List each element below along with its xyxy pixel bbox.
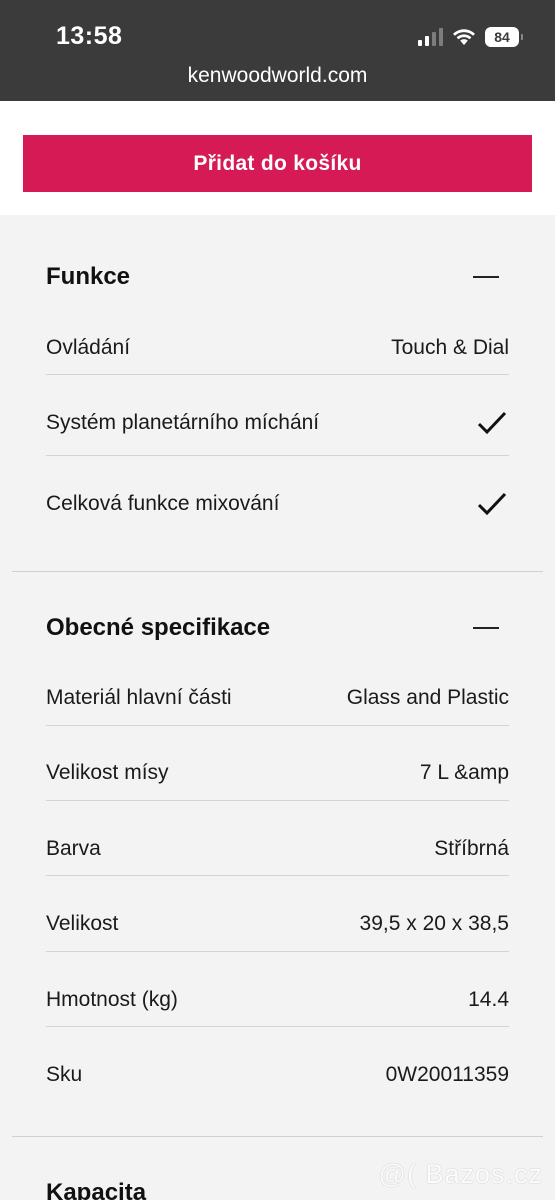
section-obecne-specifikace: Obecné specifikace Materiál hlavní části… (0, 572, 555, 1137)
spec-value: Stříbrná (434, 837, 509, 860)
collapse-icon[interactable] (473, 276, 499, 278)
spec-label: Velikost (46, 912, 119, 935)
spec-value: 0W20011359 (385, 1063, 509, 1086)
section-header[interactable]: Obecné specifikace (46, 608, 509, 648)
battery-icon: 84 (485, 27, 523, 47)
spec-value: 7 L &amp (419, 761, 509, 784)
spec-row: Barva Stříbrná (46, 833, 509, 865)
spec-label: Celková funkce mixování (46, 492, 280, 515)
spec-label: Systém planetárního míchání (46, 411, 320, 434)
collapse-icon[interactable] (473, 627, 499, 629)
section-title: Kapacita (46, 1179, 147, 1200)
add-to-cart-button[interactable]: Přidat do košíku (23, 135, 532, 192)
section-title: Obecné specifikace (46, 614, 271, 641)
cart-area: Přidat do košíku (0, 101, 555, 215)
spec-label: Sku (46, 1063, 83, 1086)
spec-value: Glass and Plastic (346, 686, 509, 709)
spec-label: Velikost mísy (46, 761, 169, 784)
row-divider (46, 875, 509, 876)
spec-row: Velikost mísy 7 L &amp (46, 757, 509, 789)
address-bar[interactable]: kenwoodworld.com (0, 64, 555, 88)
browser-chrome: 13:58 84 kenwoodworld.com (0, 0, 555, 101)
checkmark-icon (477, 411, 507, 435)
spec-row: Materiál hlavní části Glass and Plastic (46, 682, 509, 714)
spec-value: Touch & Dial (391, 336, 509, 359)
watermark: @( Bazos.cz (378, 1159, 543, 1189)
spec-value: 14.4 (468, 988, 509, 1011)
row-divider (46, 800, 509, 801)
spec-row: Systém planetárního míchání (46, 407, 509, 439)
section-title: Funkce (46, 263, 131, 290)
status-icons: 84 (418, 26, 523, 48)
spec-label: Hmotnost (kg) (46, 988, 178, 1011)
spec-label: Barva (46, 837, 101, 860)
spec-row: Hmotnost (kg) 14.4 (46, 984, 509, 1016)
row-divider (46, 951, 509, 952)
checkmark-icon (477, 492, 507, 516)
row-divider (46, 374, 509, 375)
spec-row: Sku 0W20011359 (46, 1059, 509, 1091)
spec-label: Materiál hlavní části (46, 686, 232, 709)
row-divider (46, 1026, 509, 1027)
spec-value: 39,5 x 20 x 38,5 (359, 912, 509, 935)
row-divider (46, 455, 509, 456)
battery-level: 84 (494, 29, 510, 45)
section-header[interactable]: Funkce (46, 257, 509, 297)
row-divider (46, 725, 509, 726)
status-time: 13:58 (56, 22, 123, 50)
spec-row: Ovládání Touch & Dial (46, 332, 509, 364)
cellular-signal-icon (418, 28, 443, 46)
wifi-icon (453, 29, 475, 45)
section-funkce: Funkce Ovládání Touch & Dial Systém plan… (0, 215, 555, 572)
spec-label: Ovládání (46, 336, 131, 359)
spec-row: Velikost 39,5 x 20 x 38,5 (46, 908, 509, 940)
spec-row: Celková funkce mixování (46, 488, 509, 520)
